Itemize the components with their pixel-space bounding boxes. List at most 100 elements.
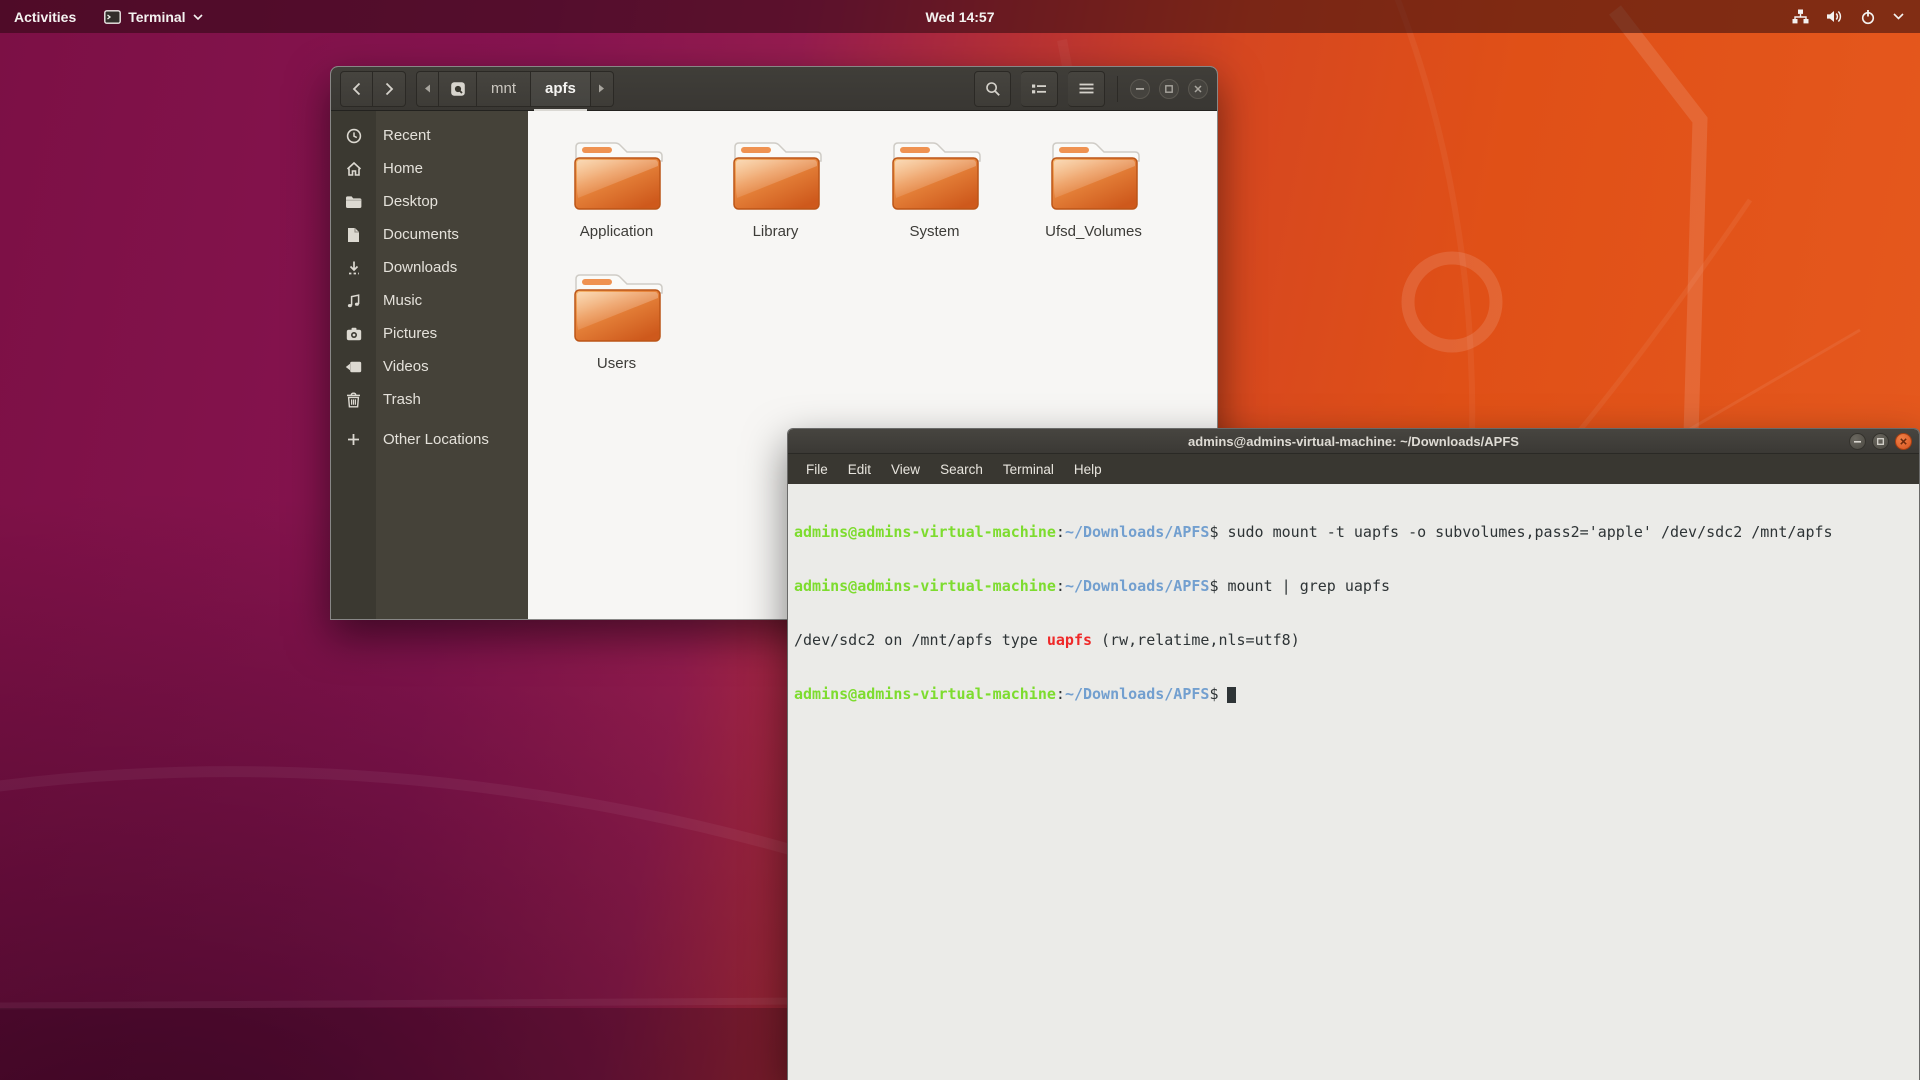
menu-terminal[interactable]: Terminal bbox=[993, 454, 1064, 484]
files-headerbar[interactable]: mnt apfs bbox=[331, 67, 1217, 111]
path-scroll-right-icon[interactable] bbox=[591, 71, 614, 107]
minimize-button[interactable] bbox=[1849, 433, 1866, 450]
sidebar-item-downloads[interactable]: Downloads bbox=[331, 251, 528, 284]
folder-name: Users bbox=[597, 355, 636, 372]
folder-icon bbox=[569, 137, 665, 211]
folder-icon bbox=[1046, 137, 1142, 211]
prompt-colon: : bbox=[1056, 577, 1065, 595]
music-notes-icon bbox=[331, 293, 376, 309]
menu-help[interactable]: Help bbox=[1064, 454, 1112, 484]
sidebar-item-label: Documents bbox=[376, 226, 459, 243]
activities-button[interactable]: Activities bbox=[0, 0, 90, 33]
sidebar-item-recent[interactable]: Recent bbox=[331, 119, 528, 152]
folder-name: Application bbox=[580, 223, 653, 240]
network-wired-icon bbox=[1792, 9, 1809, 24]
recent-clock-icon bbox=[331, 128, 376, 144]
sidebar-item-label: Recent bbox=[376, 127, 431, 144]
path-segment-label: mnt bbox=[491, 80, 516, 97]
path-scroll-left-icon[interactable] bbox=[416, 71, 439, 107]
prompt-path: ~/Downloads/APFS bbox=[1065, 523, 1210, 541]
terminal-title: admins@admins-virtual-machine: ~/Downloa… bbox=[1188, 434, 1519, 449]
sidebar-item-pictures[interactable]: Pictures bbox=[331, 317, 528, 350]
output-text: (rw,relatime,nls=utf8) bbox=[1092, 631, 1300, 649]
back-button[interactable] bbox=[340, 71, 373, 107]
desktop-folder-icon bbox=[331, 195, 376, 209]
output-text: /dev/sdc2 on /mnt/apfs type bbox=[794, 631, 1047, 649]
terminal-line: admins@admins-virtual-machine:~/Download… bbox=[794, 523, 1913, 541]
video-camera-icon bbox=[331, 361, 376, 373]
sidebar-item-music[interactable]: Music bbox=[331, 284, 528, 317]
sidebar-item-home[interactable]: Home bbox=[331, 152, 528, 185]
close-button[interactable] bbox=[1188, 79, 1208, 99]
clock[interactable]: Wed 14:57 bbox=[914, 0, 1007, 33]
prompt-colon: : bbox=[1056, 523, 1065, 541]
grep-match: uapfs bbox=[1047, 631, 1092, 649]
terminal-cursor bbox=[1227, 687, 1236, 703]
system-tray[interactable] bbox=[1776, 0, 1920, 33]
prompt-path: ~/Downloads/APFS bbox=[1065, 685, 1210, 703]
folder-item-library[interactable]: Library bbox=[696, 137, 855, 269]
folder-icon bbox=[569, 269, 665, 343]
command-text: mount | grep uapfs bbox=[1218, 577, 1390, 595]
activities-label: Activities bbox=[14, 9, 76, 25]
path-segment-apfs[interactable]: apfs bbox=[531, 71, 591, 107]
window-menu-button[interactable] bbox=[1068, 71, 1105, 107]
history-nav bbox=[340, 71, 406, 107]
sidebar-item-desktop[interactable]: Desktop bbox=[331, 185, 528, 218]
terminal-icon bbox=[104, 10, 121, 24]
terminal-titlebar[interactable]: admins@admins-virtual-machine: ~/Downloa… bbox=[788, 429, 1919, 454]
view-toggle-button[interactable] bbox=[1021, 71, 1058, 107]
terminal-menubar: File Edit View Search Terminal Help bbox=[788, 454, 1919, 484]
terminal-window-controls bbox=[1849, 433, 1912, 450]
search-icon bbox=[985, 81, 1001, 97]
path-bar: mnt apfs bbox=[416, 71, 614, 107]
sidebar-item-trash[interactable]: Trash bbox=[331, 383, 528, 416]
forward-button[interactable] bbox=[373, 71, 406, 107]
sidebar-item-label: Music bbox=[376, 292, 422, 309]
menu-view[interactable]: View bbox=[881, 454, 930, 484]
sidebar-item-other-locations[interactable]: Other Locations bbox=[331, 423, 528, 456]
minimize-button[interactable] bbox=[1130, 79, 1150, 99]
folder-item-ufsd-volumes[interactable]: Ufsd_Volumes bbox=[1014, 137, 1173, 269]
terminal-screen[interactable]: admins@admins-virtual-machine:~/Download… bbox=[788, 484, 1919, 1080]
path-segment-mnt[interactable]: mnt bbox=[477, 71, 531, 107]
menu-search[interactable]: Search bbox=[930, 454, 993, 484]
trash-icon bbox=[331, 392, 376, 408]
menu-edit[interactable]: Edit bbox=[838, 454, 881, 484]
prompt-symbol: $ bbox=[1209, 685, 1218, 703]
sidebar-item-documents[interactable]: Documents bbox=[331, 218, 528, 251]
files-sidebar: Recent Home Desktop bbox=[331, 111, 528, 619]
download-arrow-icon bbox=[331, 260, 376, 276]
window-controls bbox=[1130, 79, 1208, 99]
sidebar-item-label: Other Locations bbox=[376, 431, 489, 448]
folder-icon bbox=[887, 137, 983, 211]
hamburger-menu-icon bbox=[1079, 83, 1094, 94]
folder-item-application[interactable]: Application bbox=[537, 137, 696, 269]
clock-label: Wed 14:57 bbox=[926, 9, 995, 25]
search-button[interactable] bbox=[974, 71, 1011, 107]
plus-icon bbox=[331, 433, 376, 446]
chevron-down-icon bbox=[1893, 13, 1904, 20]
folder-icon bbox=[728, 137, 824, 211]
drive-harddisk-icon[interactable] bbox=[439, 71, 477, 107]
sidebar-item-label: Desktop bbox=[376, 193, 438, 210]
close-button[interactable] bbox=[1895, 433, 1912, 450]
folder-name: System bbox=[909, 223, 959, 240]
power-icon bbox=[1860, 9, 1876, 25]
maximize-button[interactable] bbox=[1159, 79, 1179, 99]
menu-file[interactable]: File bbox=[796, 454, 838, 484]
volume-icon bbox=[1826, 9, 1843, 24]
terminal-output-line: /dev/sdc2 on /mnt/apfs type uapfs (rw,re… bbox=[794, 631, 1913, 649]
folder-item-users[interactable]: Users bbox=[537, 269, 696, 401]
sidebar-item-videos[interactable]: Videos bbox=[331, 350, 528, 383]
folder-item-system[interactable]: System bbox=[855, 137, 1014, 269]
maximize-button[interactable] bbox=[1872, 433, 1889, 450]
list-view-icon bbox=[1031, 83, 1047, 95]
app-menu-label: Terminal bbox=[128, 9, 185, 25]
sidebar-item-label: Downloads bbox=[376, 259, 457, 276]
top-bar: Activities Terminal Wed 14:57 bbox=[0, 0, 1920, 33]
sidebar-item-label: Trash bbox=[376, 391, 421, 408]
sidebar-item-label: Home bbox=[376, 160, 423, 177]
prompt-colon: : bbox=[1056, 685, 1065, 703]
app-menu-terminal[interactable]: Terminal bbox=[90, 0, 216, 33]
